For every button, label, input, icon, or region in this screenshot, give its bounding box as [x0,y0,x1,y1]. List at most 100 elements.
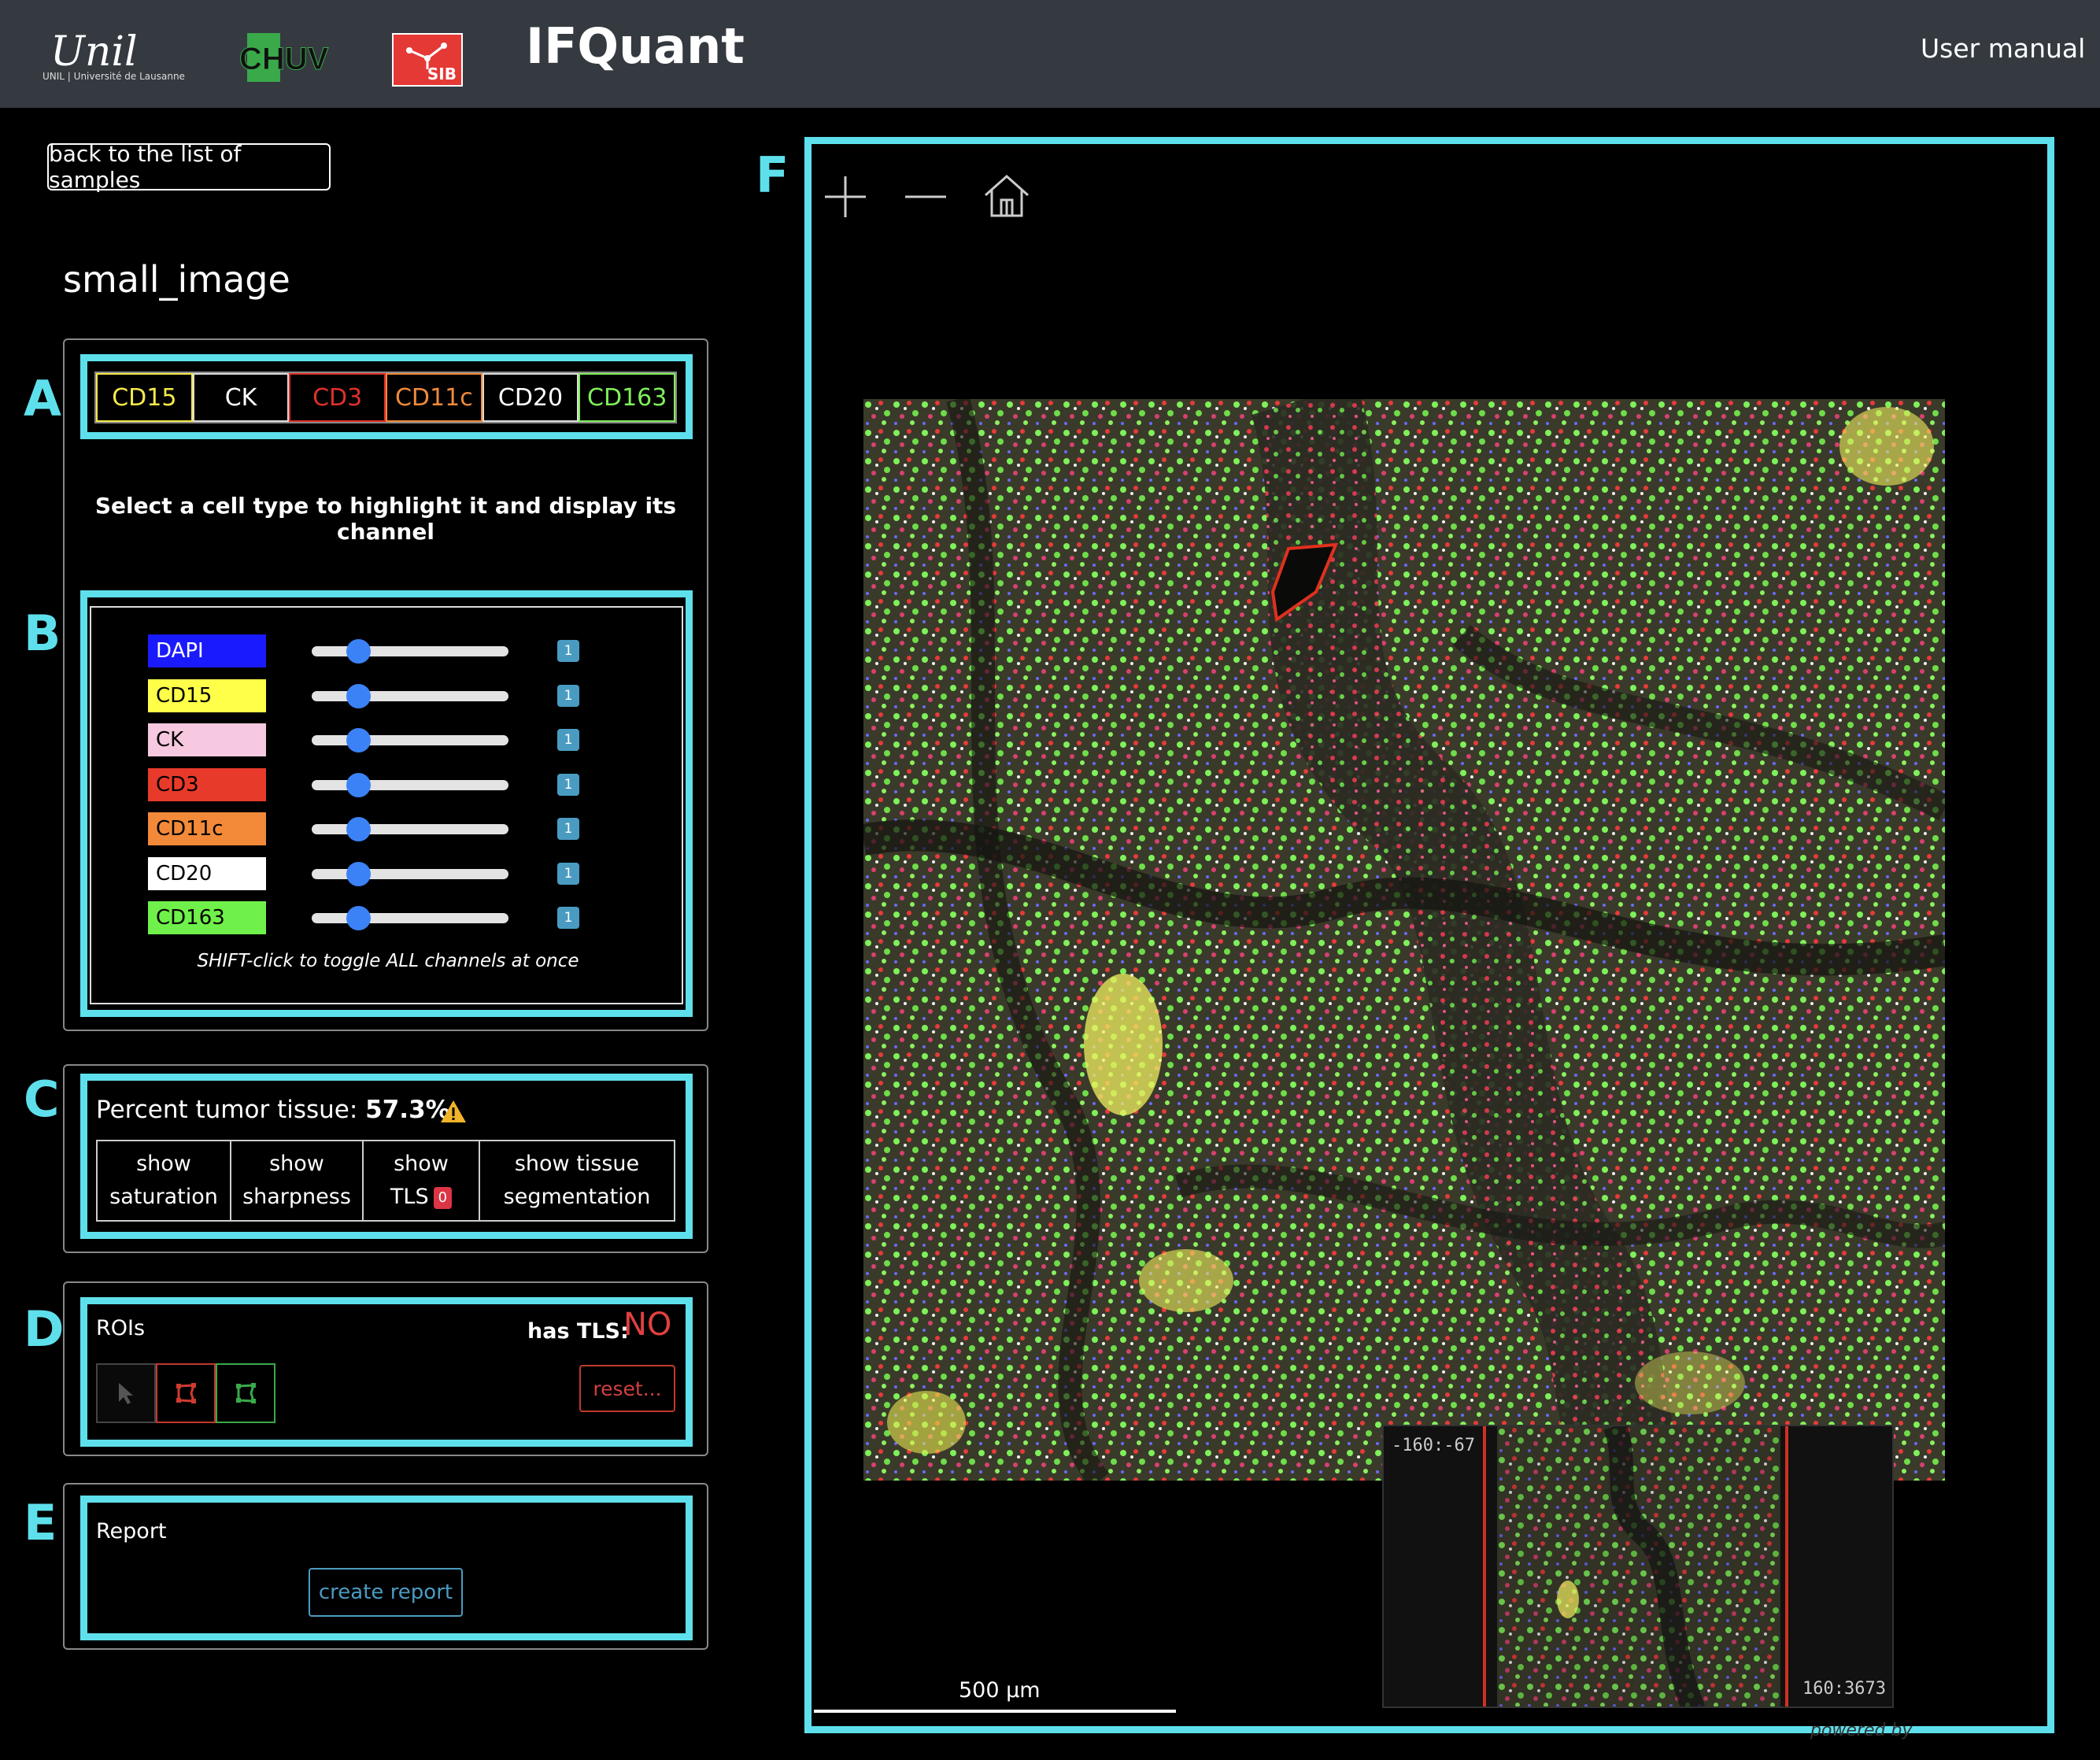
channel-toggle-cd3[interactable]: CD3 [148,767,266,801]
pointer-icon [119,1383,133,1404]
tls-count-badge: 0 [433,1186,453,1209]
tumor-view-buttons: show saturation show sharpness show TLS 0… [96,1140,675,1222]
slider-handle[interactable] [346,728,371,752]
cell-type-button-ck[interactable]: CK [192,373,290,422]
cell-type-label: CD20 [497,383,564,412]
minimap-coord-topleft: -160:-67 [1392,1436,1475,1455]
minimap-thumbnail [1497,1426,1780,1706]
scale-bar [814,1710,1176,1713]
button-line: sharpness [242,1185,351,1209]
channel-toggle-hint: SHIFT-click to toggle ALL channels at on… [197,951,579,971]
cell-type-button-cd3[interactable]: CD3 [289,373,386,422]
draw-region-green-icon [236,1383,256,1403]
section-letter-c: C [24,1070,60,1128]
tumor-percent-label: Percent tumor tissue: [96,1096,358,1124]
cell-type-label: CD163 [587,383,667,412]
show-saturation-button[interactable]: show saturation [98,1141,231,1220]
show-tls-button[interactable]: show TLS 0 [364,1141,480,1220]
channel-toggle-ck[interactable]: CK [148,723,266,756]
warning-icon[interactable] [439,1099,468,1124]
sample-name-title: small_image [63,258,290,301]
button-line: show [136,1152,191,1176]
cell-type-label: CD11c [394,383,473,412]
slider-handle[interactable] [346,639,371,664]
rois-label: ROIs [96,1316,146,1340]
unil-logo-script: Unil [50,28,138,76]
show-sharpness-button[interactable]: show sharpness [231,1141,364,1220]
button-line: TLS 0 [390,1181,453,1214]
minimap-viewport-right [1785,1426,1788,1706]
channel-value-badge: 1 [557,684,579,707]
button-line: saturation [109,1185,218,1209]
section-letter-b: B [24,605,61,662]
tumor-percent: Percent tumor tissue: 57.3% [96,1096,450,1124]
zoom-in-icon [825,176,866,217]
svg-text:CHUV: CHUV [239,42,329,76]
unil-logo-subtitle: UNIL | Université de Lausanne [43,71,185,82]
channel-value-badge: 1 [557,773,579,796]
section-letter-e: E [24,1494,57,1551]
channel-toggle-cd20[interactable]: CD20 [148,856,266,890]
channel-intensity-slider[interactable] [312,906,508,930]
channel-value-badge: 1 [557,818,579,840]
channel-controls: DAPI 1 CD15 1 CK 1 CD3 1 CD11c 1 CD20 1 CD163 1 SHIFT… [90,606,683,1004]
slider-handle[interactable] [346,906,371,930]
zoom-out-icon [905,195,946,198]
back-to-samples-button[interactable]: back to the list of samples [47,141,331,193]
draw-roi-red-button[interactable] [156,1363,216,1423]
slider-handle[interactable] [346,683,371,708]
unil-logo[interactable]: Unil UNIL | Université de Lausanne [41,28,198,91]
create-report-button[interactable]: create report [309,1568,463,1617]
channel-intensity-slider[interactable] [312,728,508,752]
cell-type-button-cd20[interactable]: CD20 [482,373,579,422]
tissue-image[interactable] [863,399,1945,1481]
channel-intensity-slider[interactable] [312,861,508,886]
cell-type-button-cd11c[interactable]: CD11c [386,373,482,422]
channel-value-badge: 1 [557,907,579,929]
chuv-logo[interactable]: CHUV [239,28,342,87]
minimap-coord-bottomright: 160:3673 [1802,1679,1886,1699]
cell-type-button-cd15[interactable]: CD15 [96,373,193,422]
section-letter-d: D [24,1300,65,1358]
section-letter-f: F [756,146,789,204]
cell-type-selector: CD15 CK CD3 CD11c CD20 CD163 [94,372,677,423]
button-line: show tissue [514,1152,640,1176]
home-icon [985,174,1029,217]
has-tls-label: has TLS: [527,1319,629,1344]
slider-handle[interactable] [346,772,371,797]
button-line: show [269,1152,324,1176]
tumor-percent-value: 57.3% [365,1096,450,1124]
channel-toggle-cd11c[interactable]: CD11c [148,812,266,845]
cell-type-label: CD3 [312,383,363,412]
cell-type-label: CK [224,383,257,412]
draw-region-red-icon [176,1383,196,1403]
channel-intensity-slider[interactable] [312,683,508,708]
channel-value-badge: 1 [557,862,579,885]
draw-roi-green-button[interactable] [216,1363,275,1423]
slider-handle[interactable] [346,861,371,886]
channel-toggle-dapi[interactable]: DAPI [148,634,266,667]
show-tissue-segmentation-button[interactable]: show tissue segmentation [480,1141,674,1220]
slider-handle[interactable] [346,817,371,841]
channel-toggle-cd163[interactable]: CD163 [148,901,266,934]
channel-intensity-slider[interactable] [312,639,508,664]
channel-toggle-cd15[interactable]: CD15 [148,678,266,712]
home-button[interactable] [982,172,1031,220]
section-letter-a: A [24,370,61,427]
minimap-viewport-left [1483,1426,1486,1706]
sib-logo-text: SIB [427,65,457,83]
cell-type-button-cd163[interactable]: CD163 [579,373,676,422]
roi-tools [96,1363,275,1423]
zoom-in-button[interactable] [823,175,867,219]
sib-logo[interactable]: SIB [392,33,463,87]
user-manual-link[interactable]: User manual [1921,33,2085,64]
channel-intensity-slider[interactable] [312,817,508,841]
reset-rois-button[interactable]: reset... [579,1365,675,1412]
report-label: Report [96,1519,167,1544]
channel-value-badge: 1 [557,729,579,751]
channel-intensity-slider[interactable] [312,772,508,797]
pointer-tool-button[interactable] [96,1363,156,1423]
minimap-navigator[interactable]: -160:-67 160:3673 [1382,1425,1894,1708]
zoom-out-button[interactable] [904,175,948,219]
button-line-text: TLS [390,1185,429,1209]
